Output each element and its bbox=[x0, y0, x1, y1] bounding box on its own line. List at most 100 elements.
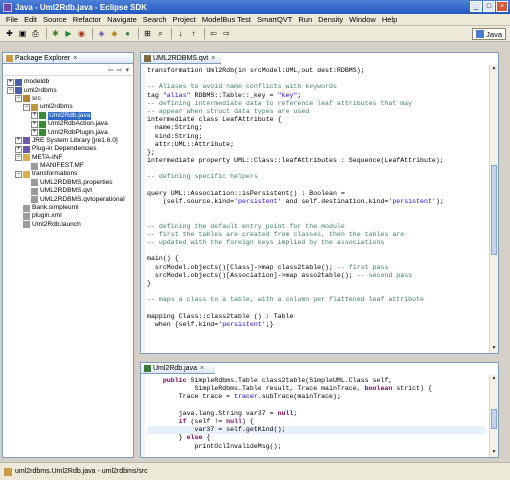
perspective-switcher[interactable]: Java bbox=[472, 28, 506, 40]
expand-icon[interactable]: + bbox=[15, 145, 22, 153]
tree-item[interactable]: Bank.simpleuml bbox=[3, 204, 133, 212]
code-token: srcModel.objects()[Association]->map ass… bbox=[147, 271, 357, 279]
scroll-up-icon[interactable]: ▲ bbox=[490, 65, 498, 73]
code-area[interactable]: transformation Uml2Rdb(in srcModel:UML,o… bbox=[147, 67, 486, 351]
code-token: "key" bbox=[277, 91, 298, 99]
close-view-icon[interactable]: × bbox=[73, 55, 77, 62]
code-line: -- Aliases to avoid name conflicts with … bbox=[147, 83, 486, 91]
tree-item[interactable]: + modeldb bbox=[3, 78, 133, 86]
menu-refactor[interactable]: Refactor bbox=[70, 15, 104, 24]
qvt-editor[interactable]: UML2RDBMS.qvt × transformation Uml2Rdb(i… bbox=[140, 52, 499, 354]
print-icon[interactable]: ⎙ bbox=[30, 28, 41, 39]
close-editor-icon[interactable]: × bbox=[200, 365, 204, 372]
library-icon bbox=[23, 137, 30, 145]
expand-icon[interactable]: + bbox=[31, 112, 38, 120]
menu-file[interactable]: File bbox=[3, 15, 21, 24]
code-token: -- defining specific helpers bbox=[147, 173, 258, 181]
code-line: attr:UML::Attribute; bbox=[147, 141, 486, 149]
back-icon[interactable]: ⇦ bbox=[108, 66, 114, 74]
editor-tab-qvt[interactable]: UML2RDBMS.qvt × bbox=[141, 53, 221, 64]
minimize-button[interactable]: _ bbox=[470, 1, 482, 12]
menu-edit[interactable]: Edit bbox=[21, 15, 40, 24]
expand-icon[interactable]: + bbox=[31, 120, 38, 128]
expand-icon[interactable]: + bbox=[15, 137, 22, 145]
menu-project[interactable]: Project bbox=[170, 15, 199, 24]
view-menu-icon[interactable]: ▾ bbox=[125, 66, 129, 74]
collapse-icon[interactable]: − bbox=[23, 103, 30, 111]
code-area[interactable]: public SimpleRdbms.Table class2table(Sim… bbox=[147, 377, 486, 455]
save-icon[interactable]: ▣ bbox=[17, 28, 28, 39]
menu-source[interactable]: Source bbox=[40, 15, 70, 24]
code-token: -- Aliases to avoid name conflicts with … bbox=[147, 83, 337, 91]
code-token: ; bbox=[293, 409, 298, 417]
debug-icon[interactable]: ✱ bbox=[50, 28, 61, 39]
scroll-down-icon[interactable]: ▼ bbox=[490, 449, 498, 457]
forward-icon[interactable]: ⇨ bbox=[117, 66, 123, 74]
code-token: ;} bbox=[265, 320, 274, 328]
menu-run[interactable]: Run bbox=[295, 15, 315, 24]
tree-item[interactable]: + Uml2RdbAction.java bbox=[3, 120, 133, 128]
vertical-scrollbar[interactable]: ▲ ▼ bbox=[489, 65, 498, 353]
tree-item-label: Uml2RdbPlugin.java bbox=[48, 128, 108, 136]
run-icon[interactable]: ▶ bbox=[63, 28, 74, 39]
external-tools-icon[interactable]: ◉ bbox=[76, 28, 87, 39]
tree-item[interactable]: Uml2Rdb.launch bbox=[3, 221, 133, 229]
next-annotation-icon[interactable]: ↓ bbox=[175, 28, 186, 39]
menu-modelbus-test[interactable]: ModelBus Test bbox=[199, 15, 254, 24]
scroll-up-icon[interactable]: ▲ bbox=[490, 375, 498, 383]
tree-item[interactable]: + JRE System Library [jre1.6.0] bbox=[3, 137, 133, 145]
menu-search[interactable]: Search bbox=[140, 15, 170, 24]
editor-tab-java[interactable]: Uml2Rdb.java × bbox=[141, 363, 215, 374]
tree-item[interactable]: − uml2rdbms bbox=[3, 103, 133, 111]
menu-window[interactable]: Window bbox=[346, 15, 379, 24]
code-line: printOclInvalideMsg(); bbox=[147, 443, 486, 451]
tree-item[interactable]: UML2RDBMS.qvtoperational bbox=[3, 195, 133, 204]
close-editor-icon[interactable]: × bbox=[211, 55, 215, 62]
tree-item[interactable]: + Uml2Rdb.java bbox=[3, 111, 133, 120]
collapse-icon[interactable]: − bbox=[15, 170, 22, 178]
tree-item[interactable]: − META-INF bbox=[3, 154, 133, 162]
tree-item[interactable]: UML2RDBMS.properties bbox=[3, 179, 133, 187]
back-icon[interactable]: ⇦ bbox=[208, 28, 219, 39]
view-toolbar: ⇦ ⇨ ▾ bbox=[3, 64, 133, 76]
vertical-scrollbar[interactable]: ▲ ▼ bbox=[489, 375, 498, 457]
collapse-icon[interactable]: − bbox=[15, 95, 22, 103]
code-line: SimpleRdbms.Table result, Trace mainTrac… bbox=[147, 385, 486, 393]
collapse-icon[interactable]: − bbox=[15, 154, 22, 162]
code-line: tag "alias" RDBMS::Table::_key = "key"; bbox=[147, 92, 486, 100]
open-type-icon[interactable]: ⊞ bbox=[142, 28, 153, 39]
tree-item[interactable]: MANIFEST.MF bbox=[3, 162, 133, 170]
collapse-icon[interactable]: − bbox=[7, 87, 14, 95]
code-line: -- updated with the foreign keys implied… bbox=[147, 239, 486, 247]
new-package-icon[interactable]: ◆ bbox=[109, 28, 120, 39]
expand-icon[interactable]: + bbox=[31, 129, 38, 137]
scroll-thumb[interactable] bbox=[491, 165, 497, 255]
expand-icon[interactable]: + bbox=[7, 78, 14, 86]
new-class-icon[interactable]: ● bbox=[122, 28, 133, 39]
close-button[interactable]: × bbox=[496, 1, 508, 12]
menu-help[interactable]: Help bbox=[379, 15, 400, 24]
java-editor[interactable]: Uml2Rdb.java × public SimpleRdbms.Table … bbox=[140, 362, 499, 458]
scroll-down-icon[interactable]: ▼ bbox=[490, 345, 498, 353]
tree-item[interactable]: plugin.xml bbox=[3, 212, 133, 220]
scroll-thumb[interactable] bbox=[491, 409, 497, 429]
tree-item-label: UML2RDBMS.properties bbox=[40, 178, 113, 186]
tree-item[interactable]: − uml2rdbms bbox=[3, 86, 133, 95]
search-icon[interactable]: ⌕ bbox=[155, 28, 166, 39]
tree-item[interactable]: UML2RDBMS.qvt bbox=[3, 187, 133, 195]
tree-item[interactable]: − transformations bbox=[3, 170, 133, 178]
menu-density[interactable]: Density bbox=[315, 15, 346, 24]
menu-smartqvt[interactable]: SmartQVT bbox=[254, 15, 295, 24]
maximize-button[interactable]: □ bbox=[483, 1, 495, 12]
new-java-project-icon[interactable]: ◈ bbox=[96, 28, 107, 39]
new-icon[interactable]: ✚ bbox=[4, 28, 15, 39]
tree-item[interactable]: + Plug-in Dependencies bbox=[3, 145, 133, 153]
code-line: }; bbox=[147, 149, 486, 157]
forward-icon[interactable]: ⇨ bbox=[221, 28, 232, 39]
tree-item[interactable]: + Uml2RdbPlugin.java bbox=[3, 128, 133, 137]
prev-annotation-icon[interactable]: ↑ bbox=[188, 28, 199, 39]
menu-navigate[interactable]: Navigate bbox=[104, 15, 140, 24]
tree-item[interactable]: − src bbox=[3, 95, 133, 103]
package-explorer-tab[interactable]: Package Explorer × bbox=[3, 53, 133, 64]
code-token: boolean bbox=[364, 385, 393, 393]
